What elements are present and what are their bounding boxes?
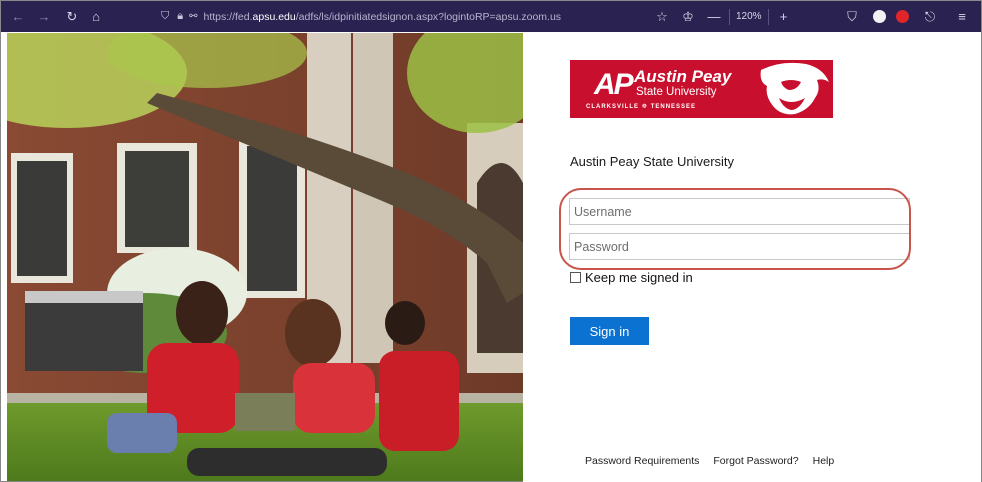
browser-window: ← → ↻ ⌂ ⛉ 🔒︎ ⚯ https://fed. apsu.edu/adfs… (0, 0, 982, 482)
keep-signed-in[interactable]: Keep me signed in (570, 270, 693, 285)
username-input[interactable] (569, 198, 910, 225)
logo-line3: CLARKSVILLE ☸ TENNESSEE (586, 104, 697, 110)
logo-line2: State University (636, 86, 717, 98)
zoom-level[interactable]: 120% (729, 8, 769, 25)
sign-in-button[interactable]: Sign in (570, 317, 649, 345)
home-icon[interactable]: ⌂ (85, 6, 107, 28)
forgot-password-link[interactable]: Forgot Password? (713, 455, 798, 467)
campus-photo (7, 33, 523, 481)
keep-signed-in-label: Keep me signed in (585, 270, 693, 285)
logo-initials: AP (594, 68, 634, 101)
account-icon[interactable] (873, 10, 886, 23)
help-link[interactable]: Help (813, 455, 835, 467)
organization-name: Austin Peay State University (570, 154, 735, 169)
permissions-icon: ⚯ (189, 11, 198, 22)
reload-icon[interactable]: ↻ (61, 6, 83, 28)
url-host: apsu.edu (252, 10, 296, 23)
reader-icon[interactable]: ♔ (677, 6, 699, 28)
university-logo: AP Austin Peay State University CLARKSVI… (570, 60, 833, 118)
signin-panel: AP Austin Peay State University CLARKSVI… (523, 32, 981, 482)
url-prefix: https://fed. (203, 10, 253, 23)
menu-icon[interactable]: ≡ (951, 6, 973, 28)
shield-icon: ⛉ (161, 10, 170, 22)
lock-icon: 🔒︎ (177, 10, 184, 22)
extensions-bar: ⛉ ⎋ ≡ (841, 5, 973, 28)
url-path: /adfs/ls/idpinitiatedsignon.aspx?loginto… (295, 10, 562, 23)
password-requirements-link[interactable]: Password Requirements (585, 455, 699, 467)
forward-icon[interactable]: → (33, 6, 55, 28)
logo-line1: Austin Peay (634, 67, 732, 86)
footer-links: Password Requirements Forgot Password? H… (585, 455, 834, 467)
zoom-in-icon[interactable]: + (773, 6, 795, 28)
pocket-icon[interactable]: ⛉ (841, 6, 863, 28)
share-icon[interactable]: ⎋ (919, 6, 941, 28)
zoom-out-icon[interactable]: — (703, 6, 725, 28)
page-tools: ☆ ♔ — 120% + (651, 5, 795, 28)
keep-signed-in-checkbox[interactable] (570, 272, 581, 283)
browser-toolbar: ← → ↻ ⌂ ⛉ 🔒︎ ⚯ https://fed. apsu.edu/adfs… (1, 1, 981, 32)
mascot-icon (760, 62, 829, 115)
extension-icon[interactable] (896, 10, 909, 23)
back-icon[interactable]: ← (7, 6, 29, 28)
password-input[interactable] (569, 233, 910, 260)
bookmark-star-icon[interactable]: ☆ (651, 6, 673, 28)
address-bar[interactable]: ⛉ 🔒︎ ⚯ https://fed. apsu.edu/adfs/ls/idpi… (161, 5, 647, 28)
